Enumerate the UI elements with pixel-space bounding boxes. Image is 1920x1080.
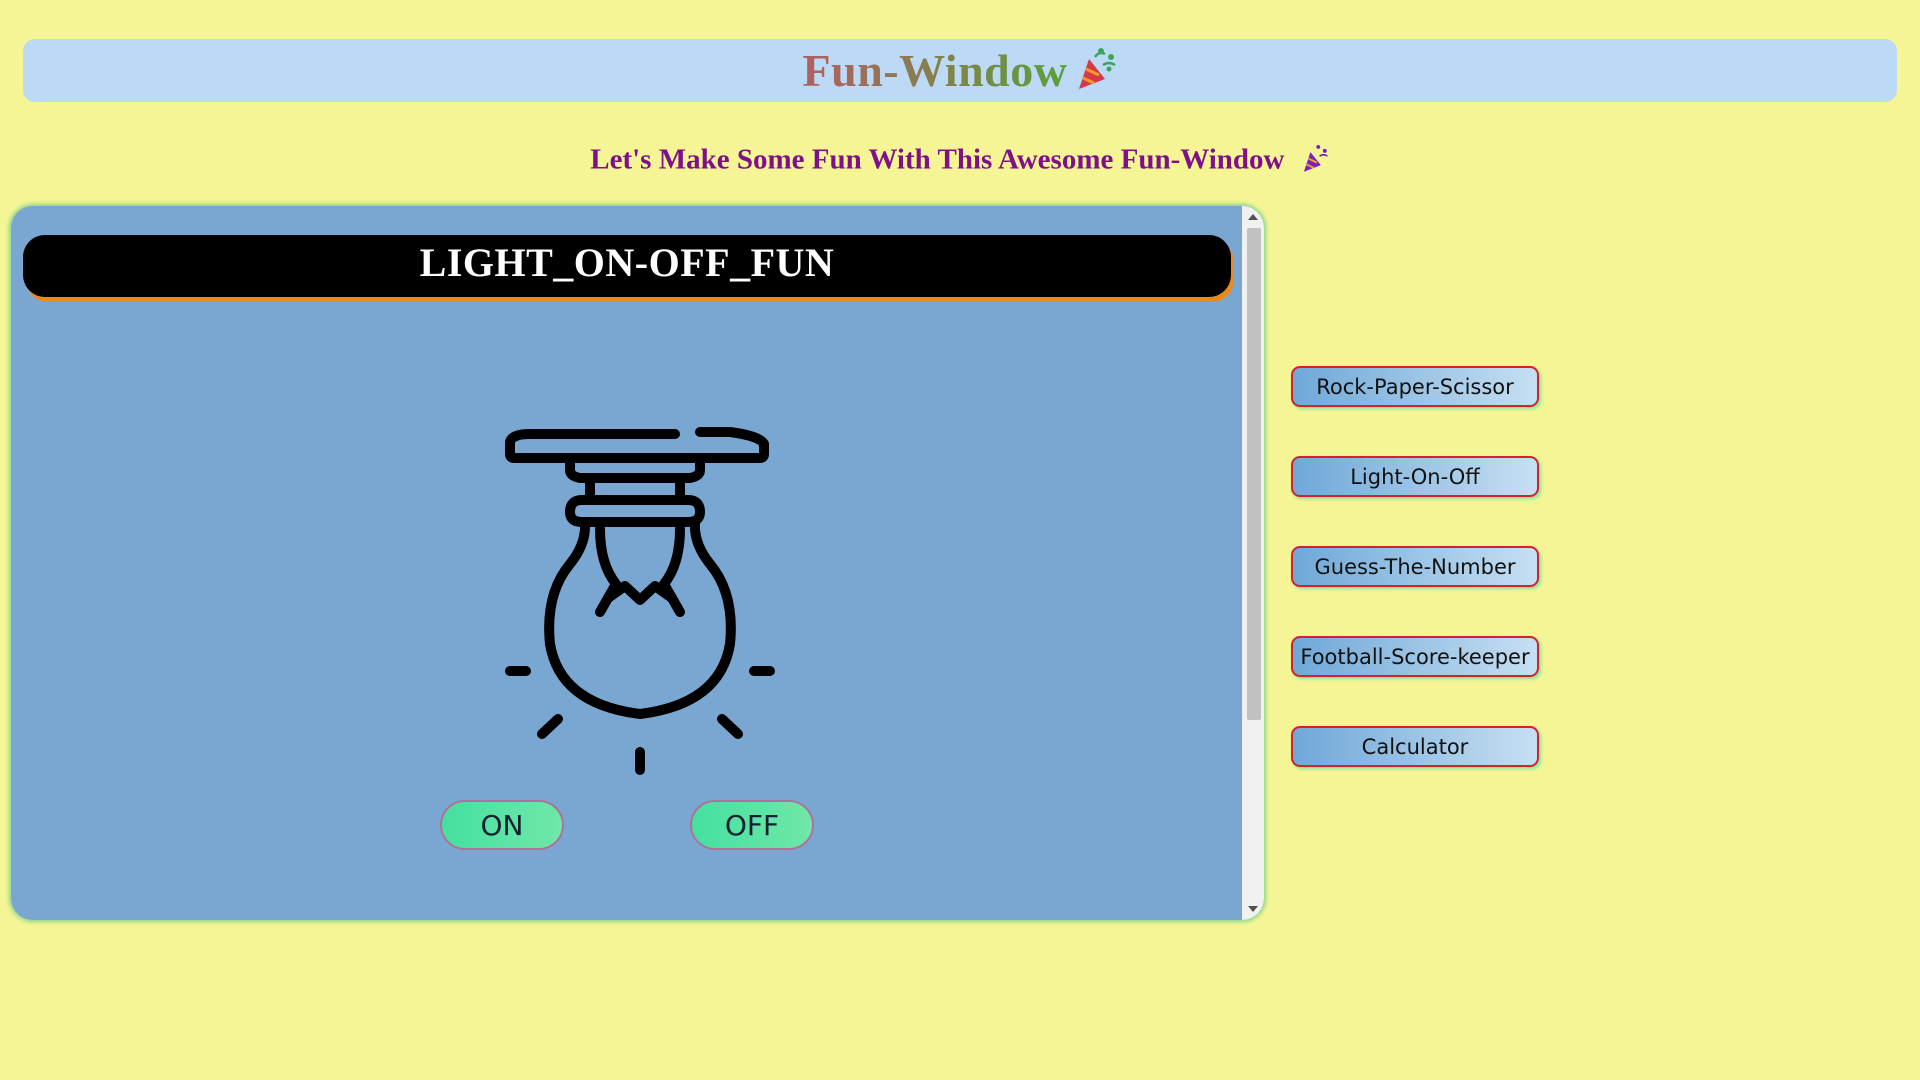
nav-button-football-score-keeper[interactable]: Football-Score-keeper <box>1291 636 1539 677</box>
light-bulb-icon <box>505 427 775 775</box>
scroll-down-icon[interactable] <box>1248 906 1258 912</box>
header-bar: Fun-Window <box>23 39 1897 102</box>
nav-button-light-on-off[interactable]: Light-On-Off <box>1291 456 1539 497</box>
panel-scrollbar[interactable] <box>1242 206 1264 920</box>
game-nav: Rock-Paper-Scissor Light-On-Off Guess-Th… <box>1291 366 1539 816</box>
panel-title: LIGHT_ON-OFF_FUN <box>419 239 835 285</box>
party-popper-icon <box>1075 45 1117 96</box>
nav-button-rock-paper-scissor[interactable]: Rock-Paper-Scissor <box>1291 366 1539 407</box>
nav-button-guess-the-number[interactable]: Guess-The-Number <box>1291 546 1539 587</box>
light-off-button[interactable]: OFF <box>690 800 814 850</box>
game-panel: LIGHT_ON-OFF_FUN ON OFF <box>11 206 1264 920</box>
nav-button-calculator[interactable]: Calculator <box>1291 726 1539 767</box>
scroll-up-icon[interactable] <box>1248 214 1258 220</box>
subtitle-text: Let's Make Some Fun With This Awesome Fu… <box>590 143 1285 176</box>
scroll-thumb[interactable] <box>1247 228 1261 720</box>
subtitle: Let's Make Some Fun With This Awesome Fu… <box>0 143 1920 181</box>
party-popper-icon <box>1300 143 1330 181</box>
light-on-button[interactable]: ON <box>440 800 564 850</box>
app-title: Fun-Window <box>802 45 1068 96</box>
panel-title-bar: LIGHT_ON-OFF_FUN <box>23 235 1231 297</box>
